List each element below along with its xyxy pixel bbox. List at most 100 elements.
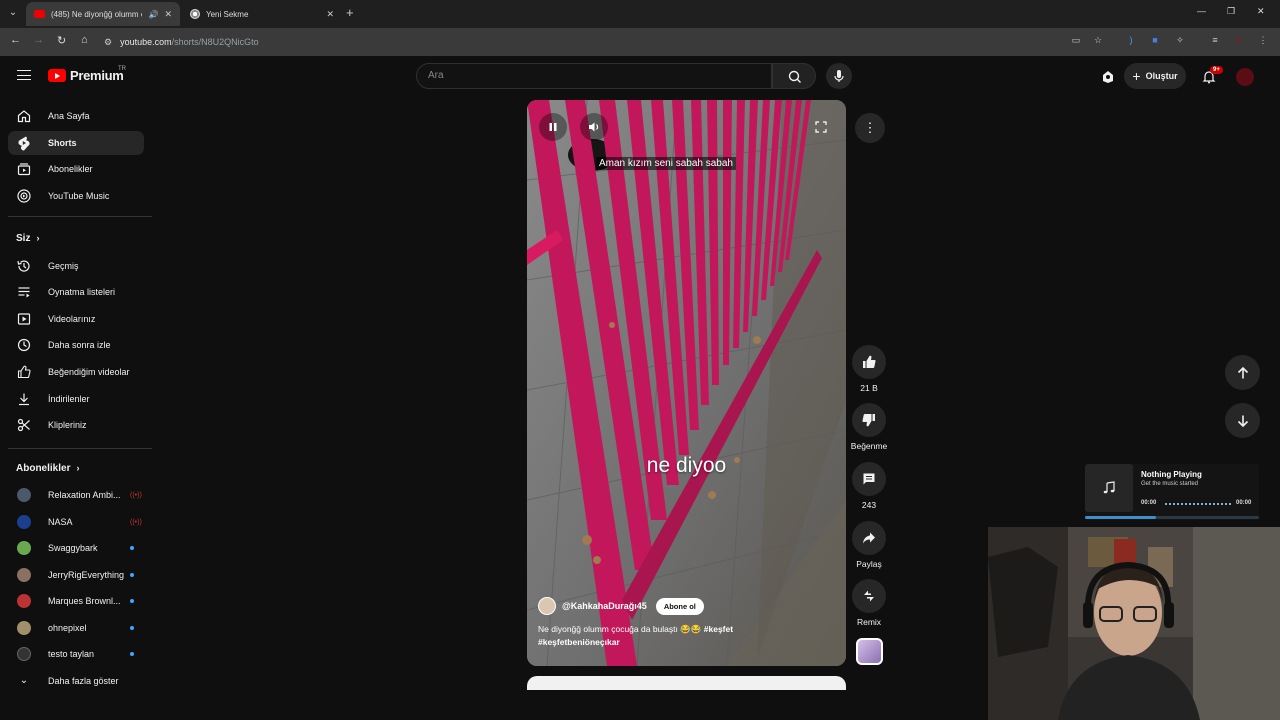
channel-avatar [17,621,31,635]
sidebar-section-you[interactable]: Siz › [16,233,39,244]
hashtag-link[interactable]: #keşfet [704,624,733,634]
minimize-icon[interactable]: — [1197,6,1206,16]
sidebar-item-your-videos[interactable]: Videolarınız [8,307,144,331]
search-input[interactable]: Ara [416,63,772,89]
arrow-down-icon [1237,415,1248,427]
media-control-icon[interactable]: ≡ [1209,34,1221,46]
channel-avatar[interactable] [538,597,556,615]
tab-close-icon[interactable]: ✕ [164,9,172,20]
more-vert-icon: ⋮ [863,120,877,135]
sidebar-item-watch-later[interactable]: Daha sonra izle [8,333,144,357]
music-note-icon [1103,481,1115,494]
sidebar-item-playlists[interactable]: Oynatma listeleri [8,280,144,304]
region-code: TR [118,66,126,72]
channel-name: Relaxation Ambi... [48,490,121,500]
now-playing-widget[interactable]: Nothing Playing Get the music started 00… [1085,464,1259,520]
subscribe-button[interactable]: Abone ol [655,597,704,615]
site-info-icon[interactable]: ⚙ [104,37,112,48]
browser-menu-icon[interactable]: ⋮ [1257,34,1269,46]
back-icon[interactable]: ← [10,34,21,46]
sidebar-section-subscriptions[interactable]: Abonelikler › [16,463,79,474]
sidebar-channel-nasa[interactable]: NASA ((•)) [8,510,144,534]
sidebar-item-history[interactable]: Geçmiş [8,254,144,278]
reload-icon[interactable]: ↻ [57,34,66,47]
close-window-icon[interactable]: ✕ [1257,6,1265,17]
channel-name: ohnepixel [48,623,87,633]
search-button[interactable] [772,63,816,89]
like-button[interactable]: 21 B [849,345,889,393]
cast-icon[interactable]: ▭ [1070,34,1082,46]
tab-audio-icon[interactable]: 🔊 [148,10,158,19]
sidebar-item-clips[interactable]: Klipleriniz [8,413,144,437]
shorts-icon [18,136,30,151]
profile-icon[interactable]: ● [1233,34,1245,46]
show-more-label: Daha fazla göster [48,676,119,686]
liked-videos-icon [17,365,31,379]
sidebar-show-more[interactable]: ⌄ Daha fazla göster [8,669,144,693]
volume-button[interactable] [580,113,608,141]
voice-search-button[interactable] [826,63,852,89]
sidebar-item-youtube-music[interactable]: YouTube Music [8,184,144,208]
subscriptions-icon [17,163,31,176]
new-tab-button[interactable]: + [346,5,354,20]
dislike-button[interactable]: Beğenme [849,403,889,451]
sidebar-item-shorts[interactable]: Shorts [8,131,144,155]
sidebar-item-label: Oynatma listeleri [48,287,116,297]
pause-button[interactable] [539,113,567,141]
browser-tab-youtube[interactable]: (485) Ne diyonğğ olumm ç 🔊 ✕ [26,2,180,26]
previous-short-button[interactable] [1225,355,1260,390]
hashtag-link[interactable]: #keşfetbeniöneçıkar [538,637,620,647]
sidebar-item-subscriptions[interactable]: Abonelikler [8,157,144,181]
fullscreen-button[interactable] [807,113,835,141]
new-content-dot [130,573,134,577]
bookmark-star-icon[interactable]: ☆ [1092,34,1104,46]
restore-icon[interactable]: ❐ [1227,6,1235,17]
home-icon[interactable]: ⌂ [81,34,88,46]
new-content-dot [130,652,134,656]
sidebar-channel-relaxation[interactable]: Relaxation Ambi... ((•)) [8,483,144,507]
tab-search-icon[interactable]: ⌄ [4,4,22,22]
next-short-preview[interactable] [527,676,846,690]
video-description[interactable]: Ne diyonğğ olumm çocuğa da bulaştı 😂😂 #k… [538,623,778,649]
guide-menu-icon[interactable] [17,70,31,80]
more-options-button[interactable]: ⋮ [855,113,885,143]
forward-icon[interactable]: → [33,34,44,46]
sidebar-channel-jerryrigeverything[interactable]: JerryRigEverything [8,563,144,587]
sidebar-channel-swaggybark[interactable]: Swaggybark [8,536,144,560]
next-short-button[interactable] [1225,403,1260,438]
tab-close-icon[interactable]: ✕ [326,9,334,20]
new-content-dot [130,626,134,630]
channel-name[interactable]: @KahkahaDurağı45 [562,601,647,611]
browser-tab-new[interactable]: Yeni Sekme ✕ [182,2,342,26]
extensions-icon[interactable]: ✧ [1174,34,1186,46]
sidebar-item-liked-videos[interactable]: Beğendiğim videolar [8,360,144,384]
youtube-create-shorts-icon[interactable] [1100,69,1116,85]
shorts-video-player[interactable]: Aman kızım seni sabah sabah ne diyoo @Ka… [527,100,846,666]
section-heading: Siz [16,233,31,244]
comment-icon [863,473,875,485]
total-time: 00:00 [1236,500,1252,506]
sidebar-item-home[interactable]: Ana Sayfa [8,104,144,128]
extension-audio-icon[interactable]: ) [1125,34,1137,46]
create-button[interactable]: + Oluştur [1124,63,1186,89]
sidebar-channel-mkbhd[interactable]: Marques Brownl... [8,589,144,613]
remix-button[interactable]: Remix [849,579,889,627]
address-bar[interactable]: ⚙ youtube.com/shorts/N8U2QNicGto [104,32,1114,52]
browser-toolbar: ← → ↻ ⌂ ⚙ youtube.com/shorts/N8U2QNicGto… [0,28,1280,56]
now-playing-progress-bar[interactable] [1085,516,1259,519]
sidebar-channel-testo-taylan[interactable]: testo taylan [8,642,144,666]
share-button[interactable]: Paylaş [849,521,889,569]
sound-thumbnail[interactable] [856,638,883,665]
webcam-overlay [988,527,1280,720]
chevron-right-icon: › [36,233,40,243]
sidebar-item-label: Daha sonra izle [48,340,111,350]
account-avatar[interactable] [1236,68,1254,86]
fullscreen-icon [815,121,827,133]
video-frame [527,100,846,666]
sidebar-channel-ohnepixel[interactable]: ohnepixel [8,616,144,640]
browser-tab-strip: ⌄ (485) Ne diyonğğ olumm ç 🔊 ✕ Yeni Sekm… [0,0,1280,28]
comments-button[interactable]: 243 [849,462,889,510]
extension-translate-icon[interactable]: ■ [1149,34,1161,46]
sidebar-item-downloads[interactable]: İndirilenler [8,387,144,411]
youtube-logo[interactable]: Premium [48,68,124,83]
